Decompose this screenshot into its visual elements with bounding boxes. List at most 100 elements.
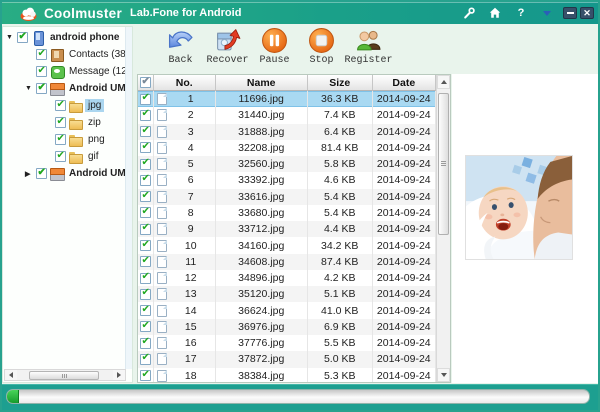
table-row[interactable]: 1838384.jpg5.3 KB2014-09-24 (138, 368, 436, 382)
register-key-icon[interactable] (461, 6, 477, 20)
expander-icon[interactable]: ▼ (25, 85, 36, 92)
table-row[interactable]: 532560.jpg5.8 KB2014-09-24 (138, 156, 436, 172)
skin-menu-icon[interactable] (539, 6, 555, 20)
tree-item-android-ums-2[interactable]: ▶ Android UMS Com... (3, 165, 132, 182)
close-button[interactable]: ✕ (580, 7, 594, 19)
checkbox[interactable] (36, 66, 47, 77)
scroll-left-button[interactable] (5, 370, 17, 380)
row-checkbox[interactable] (140, 289, 151, 300)
scroll-right-button[interactable] (113, 370, 125, 380)
row-checkbox[interactable] (140, 370, 151, 381)
scrollbar-thumb[interactable] (438, 93, 449, 235)
help-icon[interactable]: ? (513, 6, 529, 20)
row-size: 5.8 KB (308, 156, 373, 172)
row-checkbox[interactable] (140, 224, 151, 235)
pause-button[interactable]: Pause (251, 27, 298, 66)
row-date: 2014-09-24 (373, 156, 437, 172)
row-filename: 31888.jpg (216, 124, 308, 140)
tree-item-label: png (85, 133, 108, 146)
checkbox[interactable] (55, 100, 66, 111)
home-icon[interactable] (487, 6, 503, 20)
tree-item-android-ums-1[interactable]: ▼ Android UMS Com... (3, 80, 132, 97)
row-checkbox[interactable] (140, 142, 151, 153)
row-date: 2014-09-24 (373, 254, 437, 270)
back-button[interactable]: Back (157, 27, 204, 66)
tree-item-png[interactable]: png (3, 131, 132, 148)
table-row[interactable]: 1335120.jpg5.1 KB2014-09-24 (138, 286, 436, 302)
tree-item-label: jpg (85, 99, 104, 112)
row-checkbox[interactable] (140, 321, 151, 332)
tree-item-zip[interactable]: zip (3, 114, 132, 131)
checkbox[interactable] (55, 134, 66, 145)
row-date: 2014-09-24 (373, 237, 437, 253)
header-date[interactable]: Date (373, 75, 437, 91)
tree-item-jpg[interactable]: jpg (3, 97, 132, 114)
tree-item-message[interactable]: Message (12) (3, 63, 132, 80)
checkbox[interactable] (17, 32, 28, 43)
table-row[interactable]: 1737872.jpg5.0 KB2014-09-24 (138, 351, 436, 367)
row-checkbox[interactable] (140, 126, 151, 137)
scroll-down-button[interactable] (437, 368, 450, 382)
scroll-up-button[interactable] (437, 75, 450, 89)
table-row[interactable]: 111696.jpg36.3 KB2014-09-24 (138, 91, 436, 107)
table-row[interactable]: 331888.jpg6.4 KB2014-09-24 (138, 124, 436, 140)
row-checkbox[interactable] (140, 256, 151, 267)
table-row[interactable]: 1034160.jpg34.2 KB2014-09-24 (138, 237, 436, 253)
table-row[interactable]: 633392.jpg4.6 KB2014-09-24 (138, 172, 436, 188)
checkbox[interactable] (55, 117, 66, 128)
row-checkbox[interactable] (140, 240, 151, 251)
checkbox[interactable] (36, 168, 47, 179)
expander-icon[interactable]: ▼ (6, 34, 17, 41)
table-row[interactable]: 231440.jpg7.4 KB2014-09-24 (138, 107, 436, 123)
tree-item-android-phone[interactable]: ▼ android phone (3, 29, 132, 46)
table-row[interactable]: 1536976.jpg6.9 KB2014-09-24 (138, 319, 436, 335)
recover-button[interactable]: Recover (204, 27, 251, 66)
select-all-header[interactable] (138, 75, 154, 91)
table-row[interactable]: 733616.jpg5.4 KB2014-09-24 (138, 189, 436, 205)
table-row[interactable]: 933712.jpg4.4 KB2014-09-24 (138, 221, 436, 237)
row-date: 2014-09-24 (373, 172, 437, 188)
row-checkbox[interactable] (140, 94, 151, 105)
header-name[interactable]: Name (216, 75, 308, 91)
tree-item-gif[interactable]: gif (3, 148, 132, 165)
header-size[interactable]: Size (308, 75, 373, 91)
row-size: 5.1 KB (308, 286, 373, 302)
tree-item-label: gif (85, 150, 102, 163)
row-checkbox[interactable] (140, 338, 151, 349)
checkbox[interactable] (36, 49, 47, 60)
scrollbar-thumb[interactable] (29, 371, 99, 380)
tree-item-contacts[interactable]: Contacts (386) (3, 46, 132, 63)
register-button[interactable]: Register (345, 27, 392, 66)
file-icon (157, 272, 167, 284)
table-row[interactable]: 1637776.jpg5.5 KB2014-09-24 (138, 335, 436, 351)
sidebar-vertical-scrollbar[interactable] (125, 27, 132, 369)
table-vertical-scrollbar[interactable] (436, 75, 450, 382)
stop-button[interactable]: Stop (298, 27, 345, 66)
sidebar-horizontal-scrollbar[interactable] (4, 369, 126, 381)
table-header: No. Name Size Date (138, 75, 436, 91)
row-checkbox[interactable] (140, 191, 151, 202)
select-all-checkbox[interactable] (140, 77, 151, 88)
row-checkbox[interactable] (140, 207, 151, 218)
row-number: 8 (167, 207, 215, 219)
table-row[interactable]: 833680.jpg5.4 KB2014-09-24 (138, 205, 436, 221)
expander-icon[interactable]: ▶ (25, 170, 36, 178)
checkbox[interactable] (55, 151, 66, 162)
table-row[interactable]: 432208.jpg81.4 KB2014-09-24 (138, 140, 436, 156)
row-checkbox[interactable] (140, 175, 151, 186)
table-row[interactable]: 1234896.jpg4.2 KB2014-09-24 (138, 270, 436, 286)
row-checkbox[interactable] (140, 273, 151, 284)
recover-box-icon (214, 27, 241, 54)
row-size: 4.2 KB (308, 270, 373, 286)
row-checkbox[interactable] (140, 305, 151, 316)
checkbox[interactable] (36, 83, 47, 94)
row-size: 87.4 KB (308, 254, 373, 270)
row-checkbox[interactable] (140, 159, 151, 170)
row-checkbox[interactable] (140, 354, 151, 365)
header-no[interactable]: No. (154, 75, 216, 91)
minimize-button[interactable] (563, 7, 577, 19)
row-checkbox[interactable] (140, 110, 151, 121)
row-size: 4.6 KB (308, 172, 373, 188)
table-row[interactable]: 1436624.jpg41.0 KB2014-09-24 (138, 302, 436, 318)
table-row[interactable]: 1134608.jpg87.4 KB2014-09-24 (138, 254, 436, 270)
